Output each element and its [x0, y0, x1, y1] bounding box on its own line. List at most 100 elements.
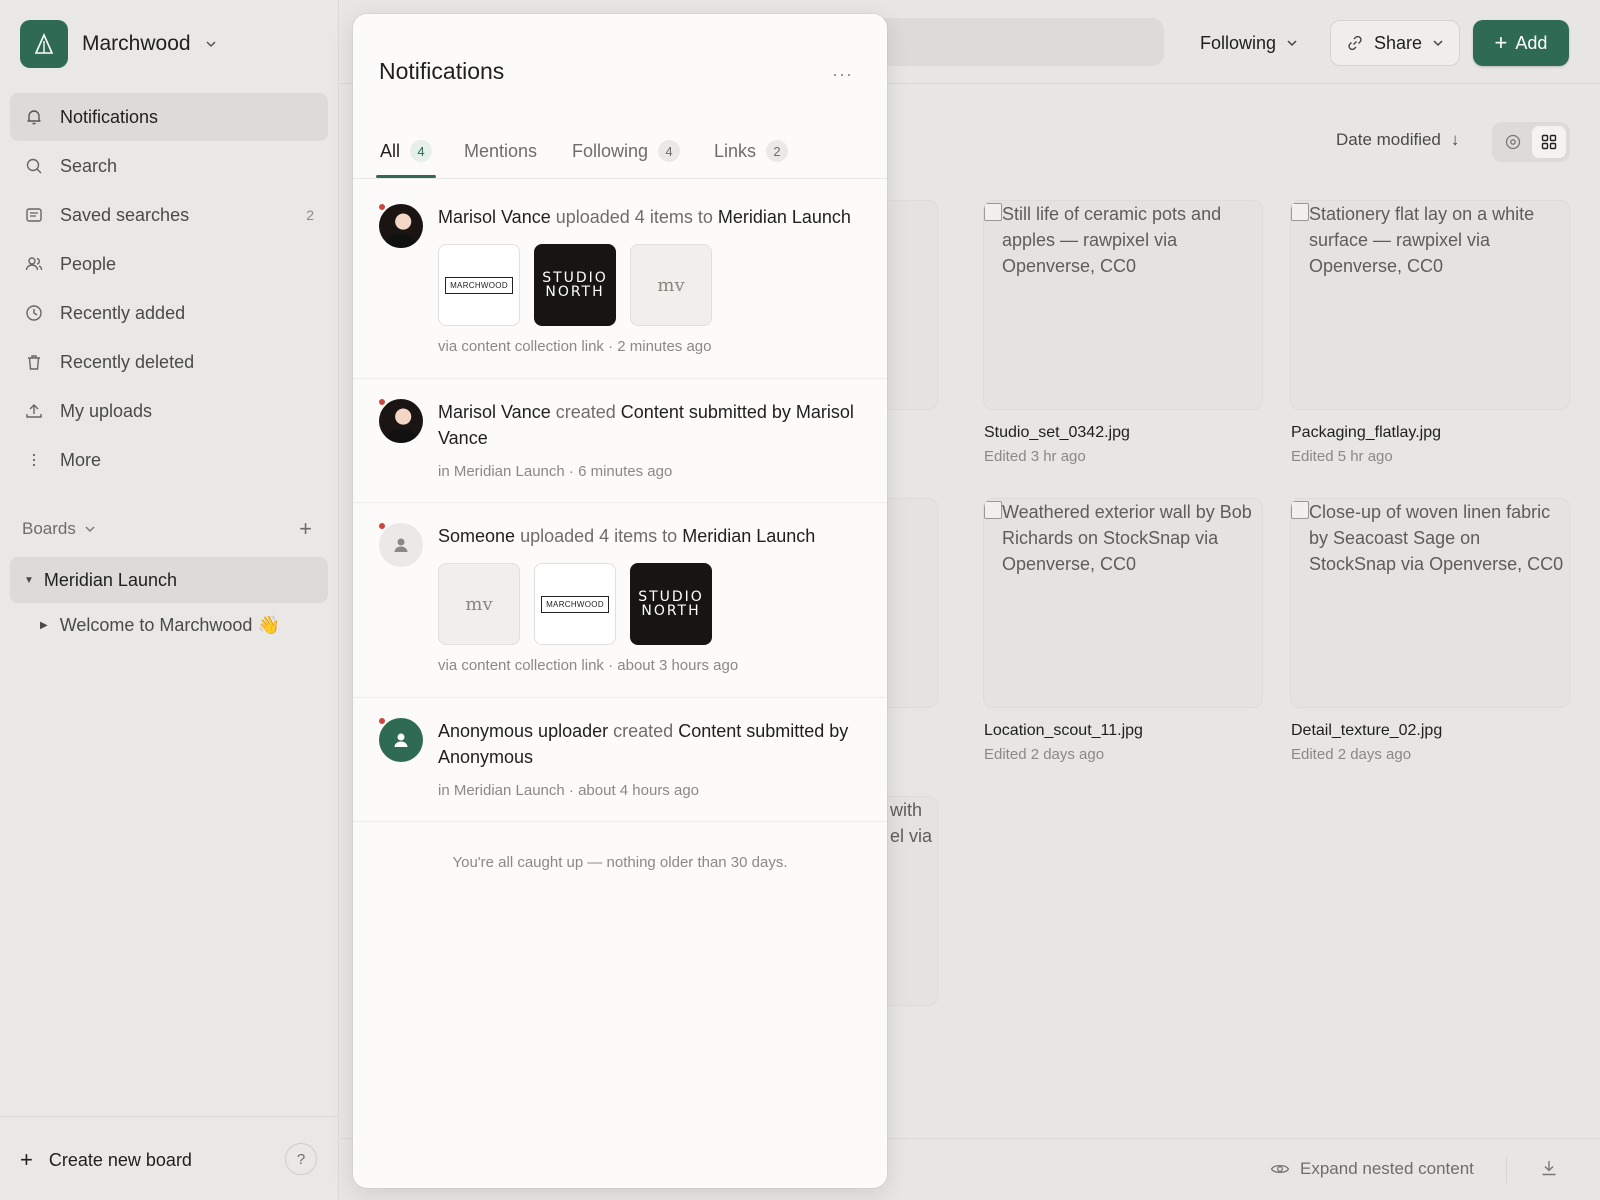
sidebar-item-saved-searches[interactable]: Saved searches 2 [10, 191, 328, 239]
sidebar-item-notifications[interactable]: Notifications [10, 93, 328, 141]
notification-item[interactable]: Marisol Vance created Content submitted … [353, 379, 887, 503]
sidebar-item-label: More [60, 449, 102, 470]
notification-meta: in Meridian Launch · about 4 hours ago [438, 782, 700, 799]
notification-meta: via content collection link · about 3 ho… [438, 657, 739, 674]
sidebar-item-my-uploads[interactable]: My uploads [10, 387, 328, 435]
notification-item[interactable]: Anonymous uploader created Content submi… [353, 698, 887, 822]
notification-text: Marisol Vance created Content submitted … [438, 399, 863, 451]
card-image[interactable]: Still life of ceramic pots and apples — … [983, 200, 1263, 410]
broken-image-icon [984, 203, 1002, 221]
asset-card[interactable]: Weathered exterior wall by Bob Richards … [983, 498, 1263, 763]
people-icon [24, 254, 44, 274]
saved-search-icon [24, 205, 44, 225]
sidebar-item-search[interactable]: Search [10, 142, 328, 190]
sidebar-item-recently-deleted[interactable]: Recently deleted [10, 338, 328, 386]
ghost-alt-text: with el via [890, 797, 950, 849]
image-alt-text: Weathered exterior wall by Bob Richards … [1002, 502, 1252, 574]
card-edited: Edited 2 days ago [984, 746, 1105, 763]
workspace-switcher[interactable]: Marchwood [20, 20, 217, 68]
boards-toggle[interactable]: Boards [22, 519, 96, 539]
thumbnail-line: STUDIO [542, 270, 608, 286]
search-icon [24, 156, 44, 176]
download-icon [1542, 1161, 1556, 1176]
thumbnail[interactable]: mv [630, 244, 712, 326]
card-edited: Edited 5 hr ago [1291, 448, 1393, 465]
card-image[interactable]: Close-up of woven linen fabric by Seacoa… [1290, 498, 1570, 708]
download-button[interactable] [1540, 1159, 1558, 1182]
notification-item[interactable]: Marisol Vance uploaded 4 items to Meridi… [353, 180, 887, 379]
tab-following[interactable]: Following 4 [572, 136, 681, 166]
card-edited: Edited 2 days ago [1291, 746, 1412, 763]
thumbnail-line: STUDIO [638, 589, 704, 605]
share-button[interactable]: Share [1330, 20, 1460, 66]
create-board-button[interactable]: + Create new board [20, 1147, 192, 1173]
board-label: Meridian Launch [43, 569, 177, 590]
sub-board-welcome[interactable]: ▶ Welcome to Marchwood 👋 [40, 615, 280, 636]
thumbnail-wordmark: MARCHWOOD [445, 276, 513, 294]
clock-icon [24, 303, 44, 323]
thumbnail[interactable]: MARCHWOOD [438, 244, 520, 326]
verb: uploaded 4 items to [520, 526, 678, 546]
sidebar-item-label: Recently added [60, 302, 186, 323]
thumbnail[interactable]: mv [438, 563, 520, 645]
active-tab-indicator [376, 175, 436, 178]
sidebar-item-label: Notifications [60, 106, 159, 127]
help-button[interactable]: ? [285, 1143, 317, 1175]
upload-icon [24, 401, 44, 421]
notifications-panel: Notifications ··· All 4 Mentions Followi… [353, 14, 887, 1188]
following-dropdown[interactable]: Following [1200, 20, 1298, 66]
thumbnail-monogram: mv [657, 274, 685, 296]
more-options-icon[interactable]: ··· [832, 64, 853, 85]
add-button[interactable]: + Add [1473, 20, 1569, 66]
link-icon [1348, 35, 1362, 51]
sub-board-label: Welcome to Marchwood 👋 [59, 615, 280, 635]
ghost-alt-line: el via [890, 826, 933, 846]
actor-name[interactable]: Anonymous uploader [438, 721, 608, 741]
tab-count-badge: 4 [658, 140, 681, 162]
notification-item[interactable]: Someone uploaded 4 items to Meridian Lau… [353, 503, 887, 698]
card-image[interactable]: Stationery flat lay on a white surface —… [1290, 200, 1570, 410]
notification-text: Anonymous uploader created Content submi… [438, 718, 863, 770]
asset-card[interactable]: Stationery flat lay on a white surface —… [1290, 200, 1570, 465]
tab-label: Mentions [464, 140, 538, 161]
avatar [379, 399, 423, 443]
actor-name[interactable]: Marisol Vance [438, 207, 551, 227]
thumbnail[interactable]: MARCHWOOD [534, 563, 616, 645]
target-name[interactable]: Meridian Launch [718, 207, 851, 227]
card-edited: Edited 3 hr ago [984, 448, 1086, 465]
target-name[interactable]: Meridian Launch [682, 526, 815, 546]
expand-nested-button[interactable]: Expand nested content [1270, 1159, 1474, 1179]
thumbnail[interactable]: STUDIO NORTH [630, 563, 712, 645]
eye-view-button[interactable] [1496, 126, 1530, 158]
caret-right-icon[interactable]: ▶ [40, 620, 48, 631]
broken-image-icon [984, 501, 1002, 519]
person-icon [394, 538, 408, 552]
sidebar-item-label: People [60, 253, 117, 274]
card-image[interactable]: Weathered exterior wall by Bob Richards … [983, 498, 1263, 708]
sidebar-item-label: Search [60, 155, 118, 176]
broken-image-icon [1291, 501, 1309, 519]
tab-mentions[interactable]: Mentions [464, 136, 537, 166]
asset-card[interactable]: Still life of ceramic pots and apples — … [983, 200, 1263, 465]
sort-dropdown[interactable]: Date modified ↓ [1336, 130, 1459, 150]
panel-title: Notifications [379, 58, 505, 84]
thumbnail-wordmark: MARCHWOOD [541, 595, 609, 613]
sidebar-item-more[interactable]: More [10, 436, 328, 484]
unread-dot [377, 521, 387, 531]
plus-icon: + [1494, 30, 1508, 55]
board-item-meridian-launch[interactable]: ▼ Meridian Launch [10, 557, 328, 603]
grid-icon [1541, 134, 1557, 150]
workspace-name: Marchwood [82, 32, 191, 55]
grid-view-button[interactable] [1532, 126, 1566, 158]
add-board-icon[interactable]: + [299, 516, 312, 542]
thumbnail[interactable]: STUDIO NORTH [534, 244, 616, 326]
tab-links[interactable]: Links 2 [714, 136, 789, 166]
actor-name[interactable]: Someone [438, 526, 515, 546]
sidebar-item-people[interactable]: People [10, 240, 328, 288]
actor-name[interactable]: Marisol Vance [438, 402, 551, 422]
sidebar-item-recently-added[interactable]: Recently added [10, 289, 328, 337]
tab-all[interactable]: All 4 [380, 136, 433, 166]
caret-down-icon[interactable]: ▼ [24, 575, 34, 586]
asset-card[interactable]: Close-up of woven linen fabric by Seacoa… [1290, 498, 1570, 763]
divider [1506, 1157, 1507, 1183]
